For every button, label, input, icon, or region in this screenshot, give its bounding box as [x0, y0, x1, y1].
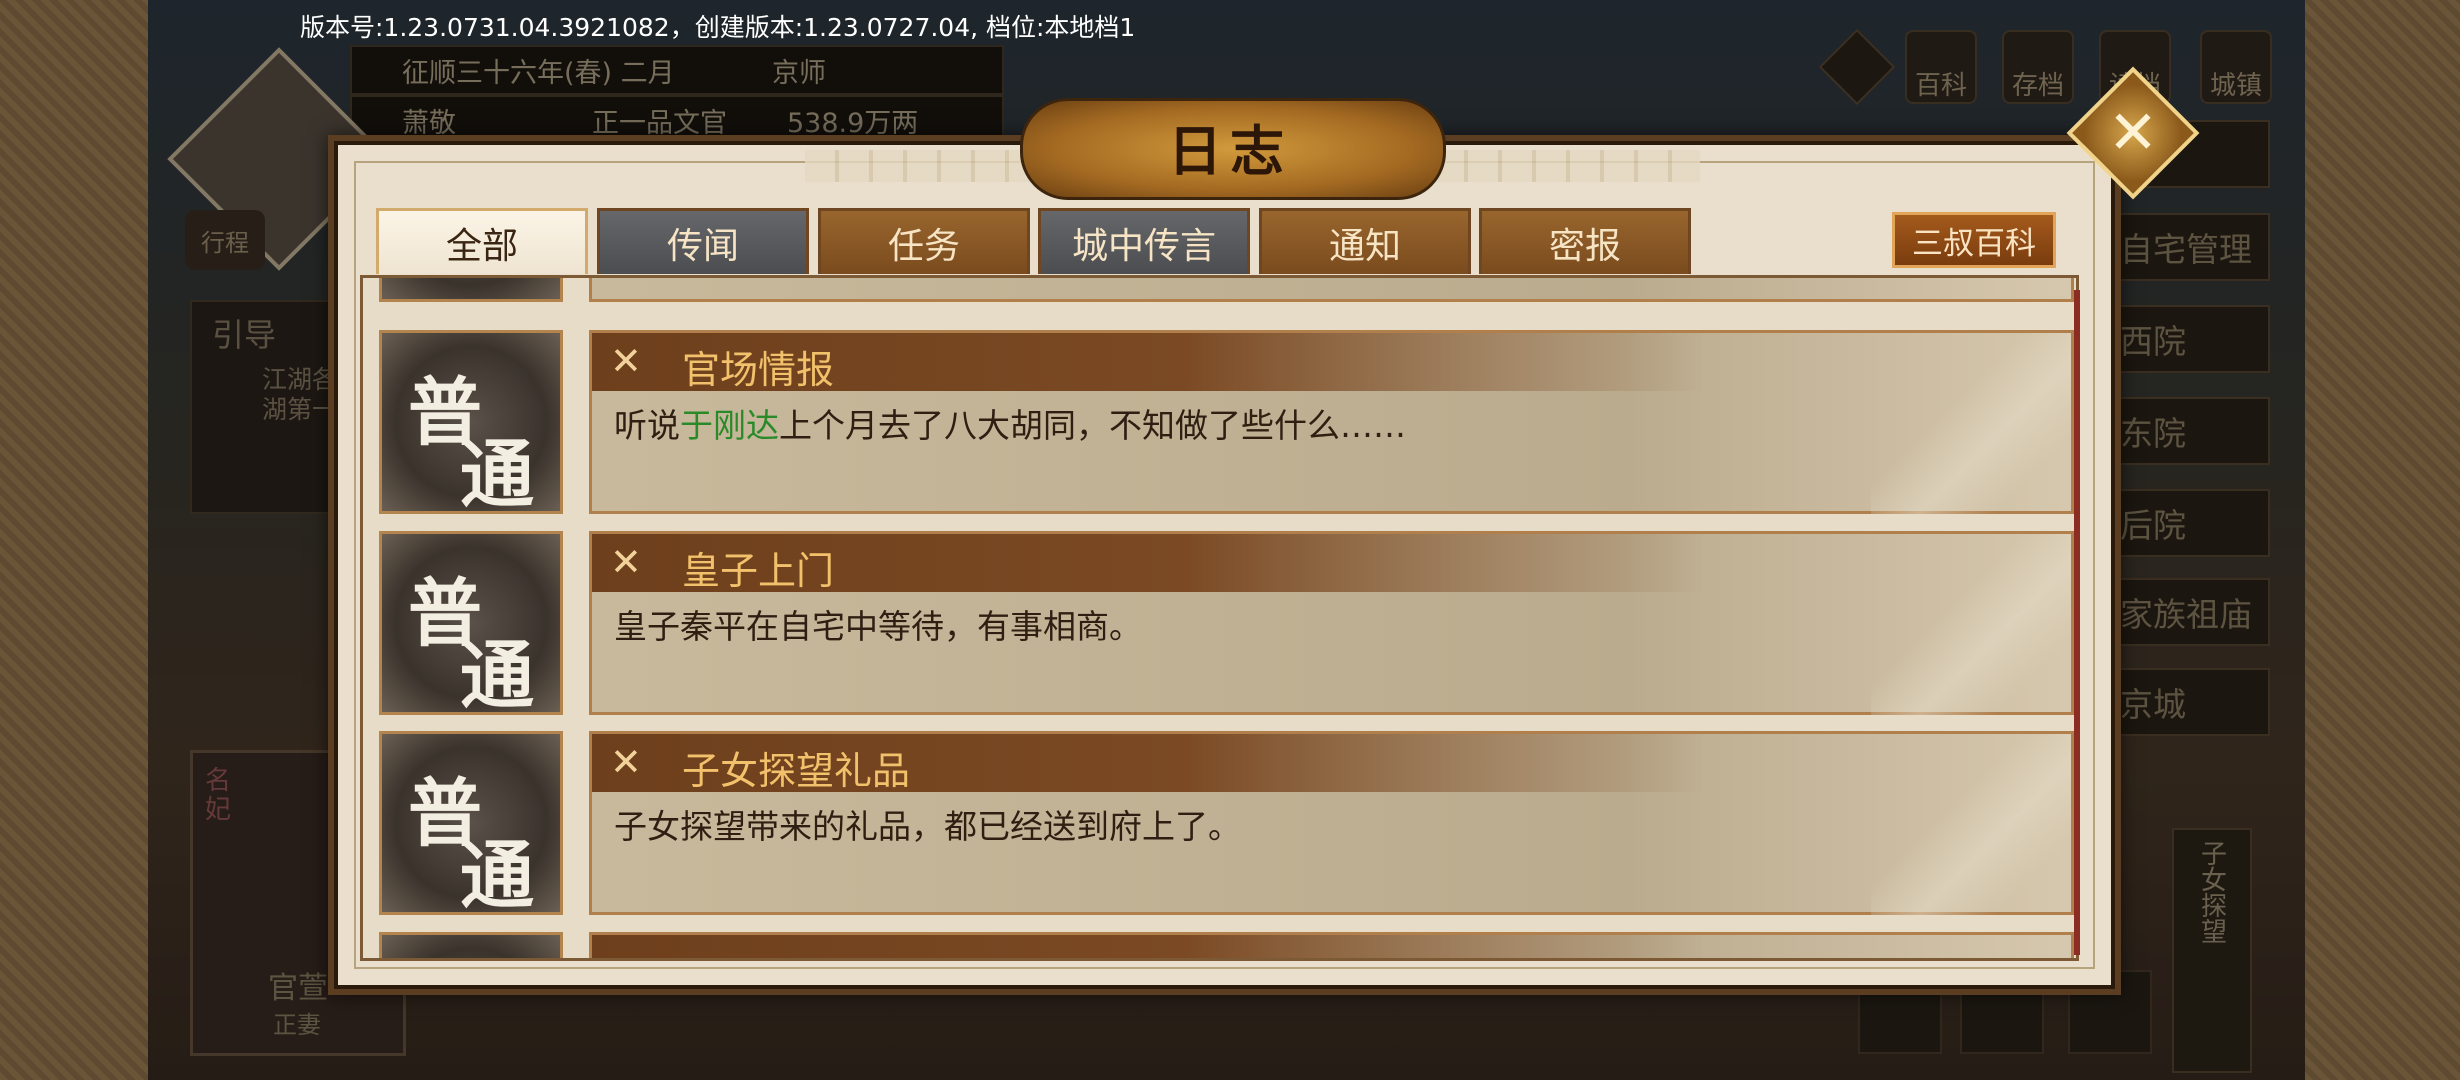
normal-badge-icon: 普 通 [379, 731, 563, 919]
close-x-icon[interactable]: ✕ [2086, 86, 2180, 180]
tab-tasks[interactable]: 任务 [818, 208, 1030, 274]
list-item [379, 278, 2074, 302]
tab-rumors[interactable]: 传闻 [597, 208, 809, 274]
tab-notices[interactable]: 通知 [1259, 208, 1471, 274]
wiki-button[interactable]: 三叔百科 [1892, 212, 2056, 268]
cross-swords-icon: ✕ [610, 540, 642, 584]
log-list[interactable]: 普 通 ✕ 官场情报 听说于刚达上个月去了八大胡同，不知做了些什么…… 普 通 … [360, 275, 2079, 961]
cross-swords-icon: ✕ [610, 339, 642, 383]
cross-swords-icon: ✕ [610, 740, 642, 784]
entry-panel [589, 932, 2074, 958]
mountain-decoration [1871, 333, 2071, 514]
entry-panel [589, 278, 2074, 302]
entry-title: 皇子上门 [682, 549, 835, 593]
normal-badge-icon [379, 278, 563, 302]
list-scrollbar[interactable] [2074, 290, 2080, 955]
entry-body: 子女探望带来的礼品，都已经送到府上了。 [614, 807, 1241, 846]
version-info: 版本号:1.23.0731.04.3921082，创建版本:1.23.0727.… [300, 13, 1136, 42]
mountain-decoration [1871, 534, 2071, 715]
entry-body: 听说于刚达上个月去了八大胡同，不知做了些什么…… [614, 406, 1406, 445]
entry-header-band [592, 935, 2074, 958]
list-item[interactable]: 普 通 ✕ 子女探望礼品 子女探望带来的礼品，都已经送到府上了。 [379, 731, 2074, 919]
tab-all[interactable]: 全部 [376, 208, 588, 274]
entry-panel: ✕ 官场情报 听说于刚达上个月去了八大胡同，不知做了些什么…… [589, 330, 2074, 514]
list-item[interactable] [379, 932, 2074, 958]
entry-panel: ✕ 皇子上门 皇子秦平在自宅中等待，有事相商。 [589, 531, 2074, 715]
entry-panel: ✕ 子女探望礼品 子女探望带来的礼品，都已经送到府上了。 [589, 731, 2074, 915]
entry-title: 官场情报 [682, 348, 835, 392]
entry-title: 子女探望礼品 [682, 749, 911, 793]
normal-badge-icon: 普 通 [379, 531, 563, 719]
list-item[interactable]: 普 通 ✕ 官场情报 听说于刚达上个月去了八大胡同，不知做了些什么…… [379, 330, 2074, 518]
list-item[interactable]: 普 通 ✕ 皇子上门 皇子秦平在自宅中等待，有事相商。 [379, 531, 2074, 719]
mountain-decoration [1871, 734, 2071, 915]
dialog-title: 日志 [1168, 118, 1292, 183]
tab-city-rumors[interactable]: 城中传言 [1038, 208, 1250, 274]
normal-badge-icon: 普 通 [379, 330, 563, 518]
right-border-texture [2299, 0, 2460, 1080]
npc-name-link[interactable]: 于刚达 [680, 406, 779, 445]
normal-badge-icon [379, 932, 563, 958]
entry-body: 皇子秦平在自宅中等待，有事相商。 [614, 607, 1142, 646]
tab-secret-reports[interactable]: 密报 [1479, 208, 1691, 274]
left-border-texture [0, 0, 154, 1080]
